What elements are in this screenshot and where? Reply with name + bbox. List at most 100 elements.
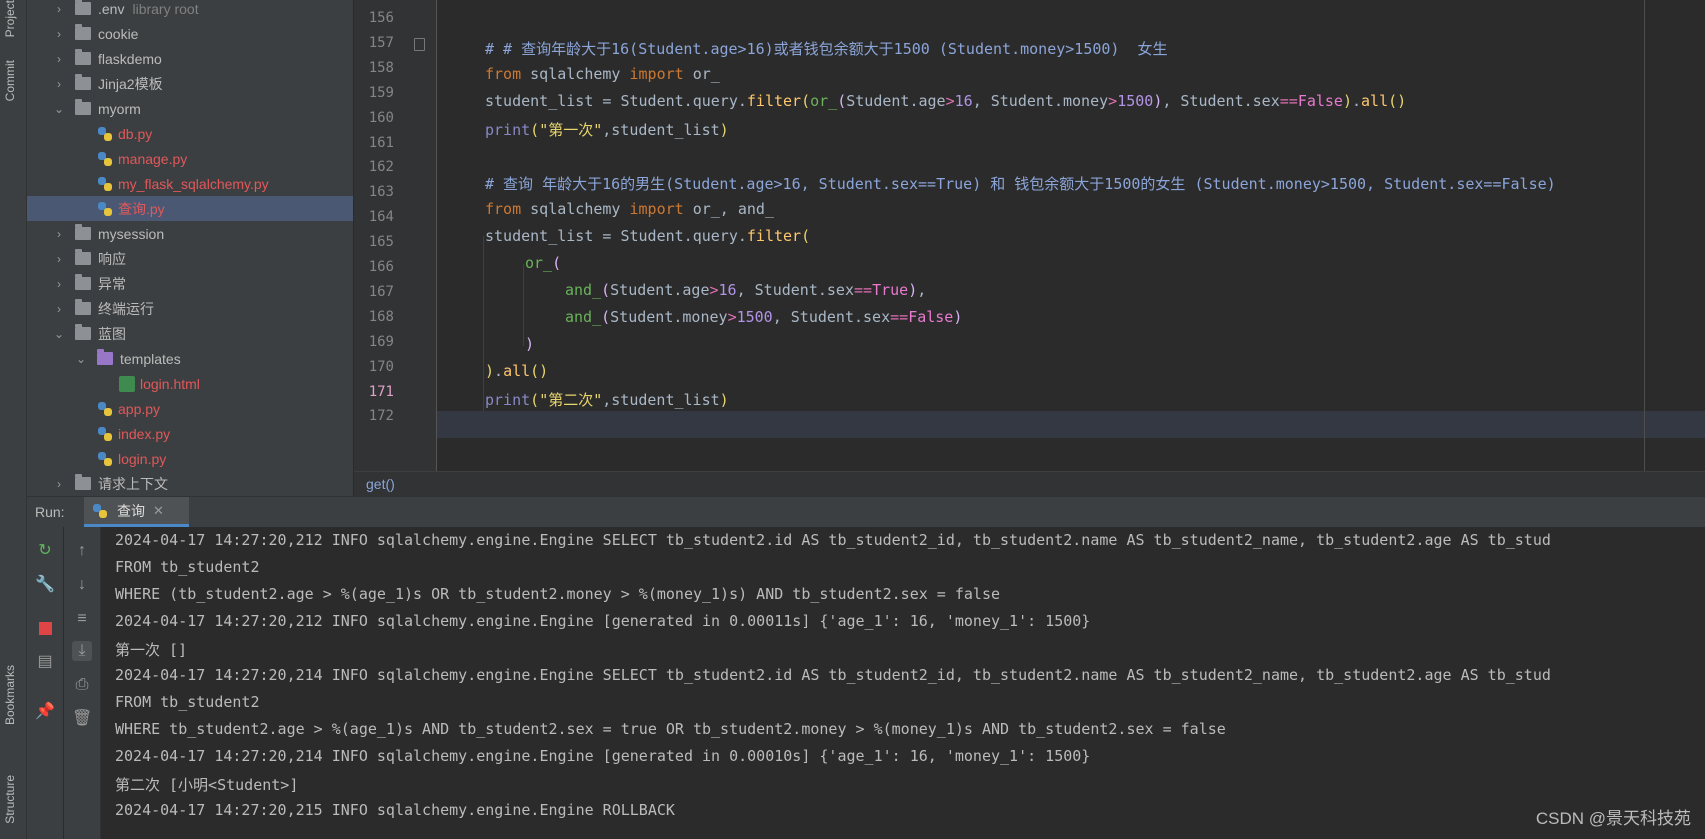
stop-icon[interactable] [35, 618, 55, 638]
code-editor[interactable]: # # 查询年龄大于16(Student.age>16)或者钱包余额大于1500… [437, 0, 1705, 471]
python-file-icon [97, 176, 113, 192]
line-number: 168 [368, 308, 394, 325]
right-margin-guide [1644, 0, 1645, 471]
console-line: 第一次 [] [115, 641, 188, 659]
tree-item[interactable]: › cookie [27, 21, 353, 46]
folder-icon [75, 24, 91, 40]
tree-item[interactable]: › mysession [27, 221, 353, 246]
tree-item-label: .env [98, 0, 125, 17]
code-line-168: ) [525, 335, 535, 353]
chevron-down-icon[interactable]: ⌄ [75, 353, 87, 365]
pin-icon[interactable]: 📌 [35, 702, 55, 722]
print-icon[interactable]: ⎙ [72, 675, 92, 695]
tree-item[interactable]: › Jinja2模板 [27, 71, 353, 96]
tree-item-label: templates [120, 350, 181, 367]
tree-item-label: app.py [118, 400, 161, 417]
chevron-right-icon[interactable]: › [53, 3, 65, 15]
tree-item[interactable]: › flaskdemo [27, 46, 353, 71]
console-line: 2024-04-17 14:27:20,215 INFO sqlalchemy.… [115, 801, 675, 819]
bookmarks-tab-label: Bookmarks [3, 665, 17, 726]
chevron-right-icon[interactable]: › [53, 28, 65, 40]
line-number: 157 [368, 34, 394, 51]
tree-item[interactable]: ⌄ templates [27, 346, 353, 371]
chevron-right-icon[interactable]: › [53, 53, 65, 65]
tree-item[interactable]: db.py [27, 121, 353, 146]
tree-item[interactable]: login.html [27, 371, 353, 396]
folder-icon [75, 324, 91, 340]
tree-item[interactable]: 查询.py [27, 196, 353, 221]
console-line: FROM tb_student2 [115, 693, 260, 711]
line-number: 161 [368, 134, 394, 151]
tree-item-label: 响应 [98, 250, 126, 267]
tree-item[interactable]: login.py [27, 446, 353, 471]
tree-item[interactable]: index.py [27, 421, 353, 446]
tree-item[interactable]: › 响应 [27, 246, 353, 271]
indent-guide [523, 264, 524, 346]
code-line-163: from sqlalchemy import or_, and_ [485, 200, 774, 218]
code-line-170: print("第二次",student_list) [485, 391, 729, 409]
run-console-output[interactable]: 2024-04-17 14:27:20,212 INFO sqlalchemy.… [101, 527, 1705, 839]
chevron-right-icon[interactable]: › [53, 278, 65, 290]
tree-item-label: 终端运行 [98, 300, 154, 317]
tree-item[interactable]: › 异常 [27, 271, 353, 296]
chevron-right-icon[interactable]: › [53, 478, 65, 490]
tree-item-label: Jinja2模板 [98, 75, 163, 92]
scroll-to-end-icon[interactable]: ⤓ [72, 641, 92, 661]
code-line-167: and_(Student.money>1500, Student.sex==Fa… [565, 308, 963, 326]
arrow-up-icon[interactable]: ↑ [72, 541, 92, 561]
python-file-icon [97, 401, 113, 417]
folder-icon [75, 224, 91, 240]
console-line: 2024-04-17 14:27:20,212 INFO sqlalchemy.… [115, 531, 1551, 549]
code-line-157: # # 查询年龄大于16(Student.age>16)或者钱包余额大于1500… [485, 40, 1168, 58]
run-toolbar-primary: ↻ 🔧 ▤ 📌 [27, 527, 63, 839]
tree-item[interactable]: ⌄ 蓝图 [27, 321, 353, 346]
tree-item-label: mysession [98, 225, 165, 242]
tree-item-label: 蓝图 [98, 325, 126, 342]
project-tool-tab[interactable]: Project [3, 0, 17, 37]
line-number: 170 [368, 358, 394, 375]
console-line: FROM tb_student2 [115, 558, 260, 576]
python-file-icon [97, 201, 113, 217]
library-root-label: library root [132, 0, 199, 17]
commit-tool-tab[interactable]: Commit [3, 60, 17, 101]
rerun-icon[interactable]: ↻ [35, 541, 55, 561]
soft-wrap-icon[interactable]: ≡ [72, 609, 92, 629]
wrench-icon[interactable]: 🔧 [35, 575, 55, 595]
structure-tab-label: Structure [3, 775, 17, 824]
close-icon[interactable]: ✕ [153, 503, 164, 519]
layout-icon[interactable]: ▤ [35, 652, 55, 672]
run-tab[interactable]: 查询 ✕ [84, 497, 189, 527]
bookmarks-tool-tab[interactable]: Bookmarks [3, 665, 17, 725]
tree-item[interactable]: manage.py [27, 146, 353, 171]
tree-item[interactable]: › 请求上下文 [27, 471, 353, 496]
breadcrumb-item[interactable]: get() [366, 476, 395, 492]
folder-icon [75, 99, 91, 115]
chevron-right-icon[interactable]: › [53, 253, 65, 265]
trash-icon[interactable]: 🗑 [72, 709, 92, 729]
chevron-down-icon[interactable]: ⌄ [53, 328, 65, 340]
tree-item[interactable]: › 终端运行 [27, 296, 353, 321]
arrow-down-icon[interactable]: ↓ [72, 575, 92, 595]
console-line: 第二次 [小明<Student>] [115, 776, 299, 794]
chevron-right-icon[interactable]: › [53, 78, 65, 90]
line-number: 171 [368, 383, 394, 400]
line-number: 159 [368, 84, 394, 101]
fold-marker-icon[interactable] [414, 38, 425, 51]
project-tab-label: Project [3, 0, 17, 38]
tree-item[interactable]: my_flask_sqlalchemy.py [27, 171, 353, 196]
chevron-right-icon[interactable]: › [53, 228, 65, 240]
chevron-down-icon[interactable]: ⌄ [53, 103, 65, 115]
tree-item[interactable]: app.py [27, 396, 353, 421]
line-number: 166 [368, 259, 394, 275]
line-number: 167 [368, 283, 394, 300]
tree-item[interactable]: › .env library root [27, 0, 353, 21]
structure-tool-tab[interactable]: Structure [3, 775, 17, 824]
html-file-icon [119, 375, 135, 392]
tree-item[interactable]: ⌄ myorm [27, 96, 353, 121]
chevron-right-icon[interactable]: › [53, 303, 65, 315]
folder-icon [75, 74, 91, 90]
